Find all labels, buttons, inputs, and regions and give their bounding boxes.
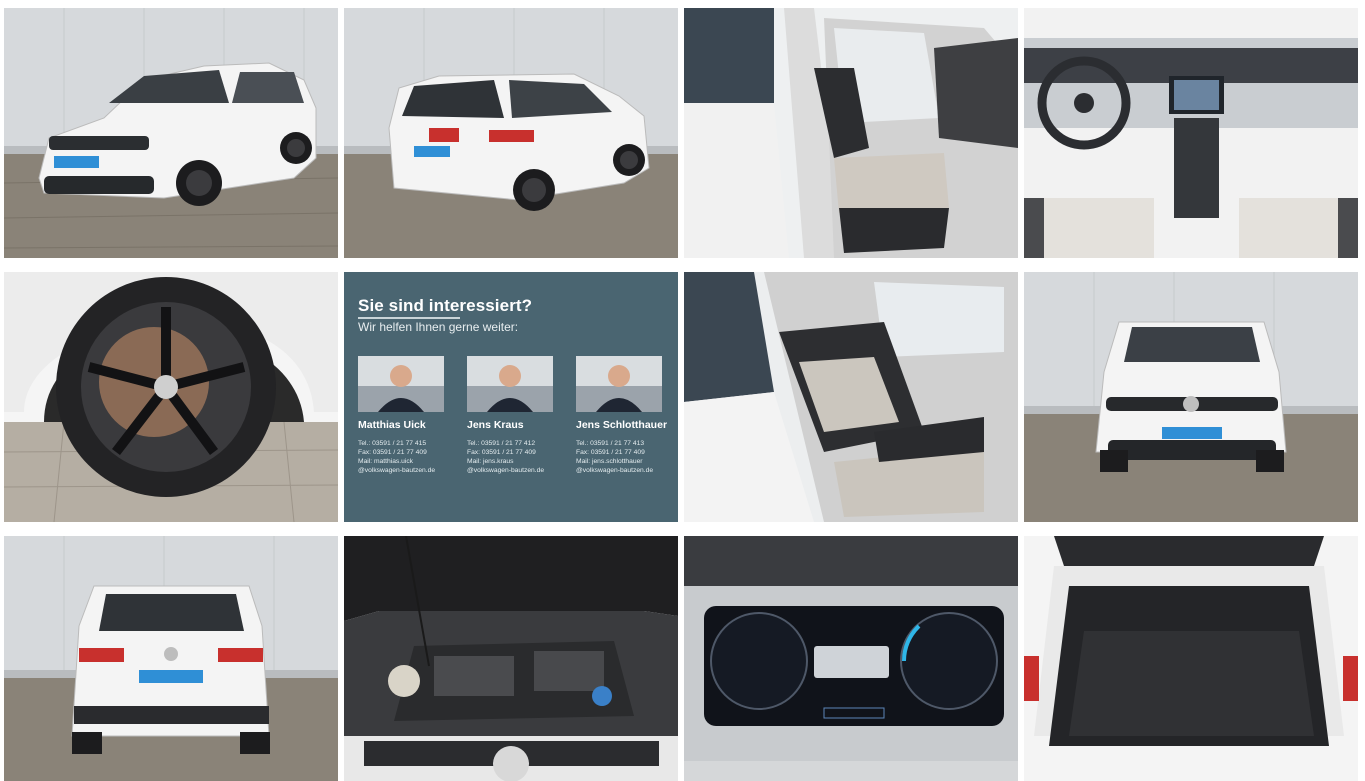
contact-subheading: Wir helfen Ihnen gerne weiter: bbox=[358, 320, 519, 334]
person-tel: Tel.: 03591 / 21 77 413 bbox=[576, 440, 645, 447]
person-name: Matthias Uick bbox=[358, 419, 426, 431]
photo-front-seats-interior[interactable] bbox=[684, 8, 1018, 258]
photo-wheel-closeup[interactable] bbox=[4, 272, 338, 522]
contact-person: Jens Schlotthauer Tel.: 03591 / 21 77 41… bbox=[576, 356, 678, 475]
contact-heading: Sie sind interessiert? bbox=[358, 296, 533, 315]
person-photo bbox=[467, 356, 553, 412]
photo-trunk[interactable] bbox=[1024, 536, 1358, 781]
contact-person: Jens Kraus Tel.: 03591 / 21 77 412 Fax: … bbox=[467, 356, 577, 475]
person-mail-domain[interactable]: @volkswagen-bautzen.de bbox=[467, 466, 577, 475]
person-photo bbox=[576, 356, 662, 412]
photo-rear-seats-interior[interactable] bbox=[684, 272, 1018, 522]
photo-dashboard-interior[interactable] bbox=[1024, 8, 1358, 258]
person-name: Jens Kraus bbox=[467, 419, 524, 431]
photo-front-exterior[interactable] bbox=[1024, 272, 1358, 522]
contact-card: Sie sind interessiert? Wir helfen Ihnen … bbox=[344, 272, 678, 522]
person-photo bbox=[358, 356, 444, 412]
person-tel: Tel.: 03591 / 21 77 415 bbox=[358, 440, 427, 447]
photo-engine-bay[interactable] bbox=[344, 536, 678, 781]
person-fax: Fax: 03591 / 21 77 409 bbox=[358, 449, 427, 456]
person-mail[interactable]: Mail: jens.schlotthauer bbox=[576, 457, 678, 466]
photo-digital-cockpit[interactable] bbox=[684, 536, 1018, 781]
photo-rear-left-exterior[interactable] bbox=[344, 8, 678, 258]
person-mail-domain[interactable]: @volkswagen-bautzen.de bbox=[576, 466, 678, 475]
contact-person: Matthias Uick Tel.: 03591 / 21 77 415 Fa… bbox=[358, 356, 468, 475]
person-fax: Fax: 03591 / 21 77 409 bbox=[576, 449, 645, 456]
heading-underline bbox=[358, 317, 460, 319]
person-name: Jens Schlotthauer bbox=[576, 419, 668, 431]
photo-gallery: Sie sind interessiert? Wir helfen Ihnen … bbox=[0, 0, 1365, 781]
person-tel: Tel.: 03591 / 21 77 412 bbox=[467, 440, 536, 447]
person-fax: Fax: 03591 / 21 77 409 bbox=[467, 449, 536, 456]
person-mail[interactable]: Mail: jens.kraus bbox=[467, 457, 577, 466]
person-mail[interactable]: Mail: matthias.uick bbox=[358, 457, 468, 466]
photo-front-left-exterior[interactable] bbox=[4, 8, 338, 258]
photo-rear-exterior[interactable] bbox=[4, 536, 338, 781]
person-mail-domain[interactable]: @volkswagen-bautzen.de bbox=[358, 466, 468, 475]
